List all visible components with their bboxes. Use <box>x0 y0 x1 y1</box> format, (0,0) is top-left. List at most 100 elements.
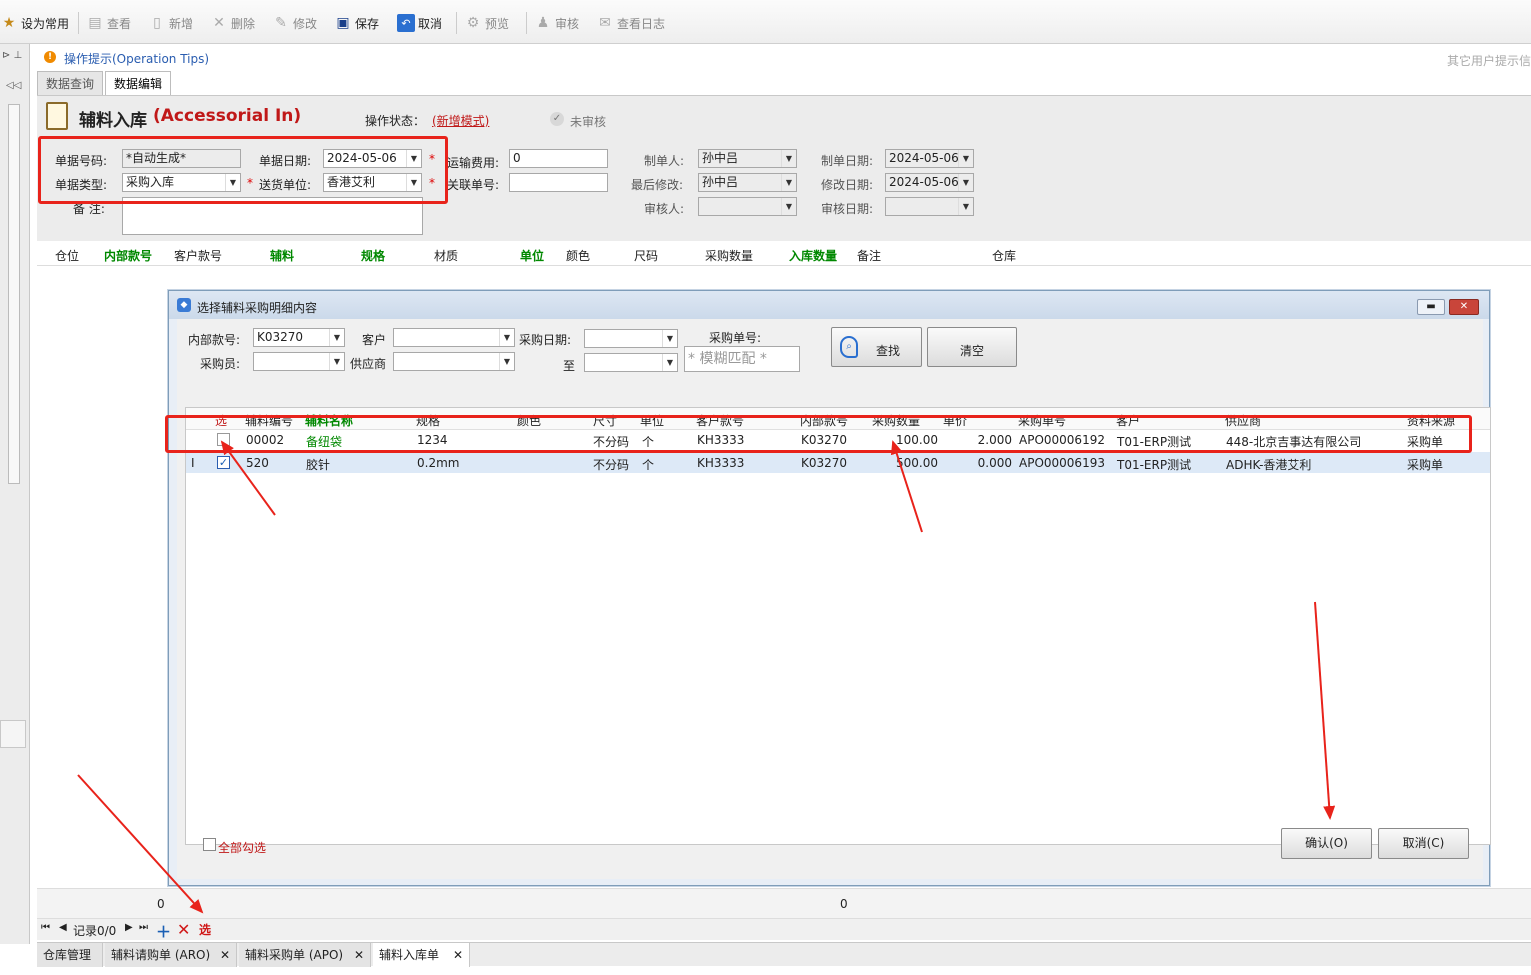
close-icon[interactable]: ✕ <box>453 943 463 967</box>
undo-icon: ↶ <box>397 14 415 32</box>
last-record-icon[interactable]: ⏭ <box>139 922 148 933</box>
tab-aro[interactable]: 辅料请购单 (ARO) ✕ <box>105 943 237 967</box>
tips-label[interactable]: 操作提示(Operation Tips) <box>64 50 209 67</box>
check-circle-icon: ✓ <box>550 112 564 126</box>
chevron-down-icon[interactable]: ▼ <box>329 353 344 370</box>
inner-no-select[interactable]: K03270 ▼ <box>253 328 345 347</box>
view-log-button[interactable]: ✉ 查看日志 <box>596 12 665 34</box>
view-tabs: 数据查询 数据编辑 <box>37 71 173 95</box>
tab-data-query[interactable]: 数据查询 <box>37 71 104 95</box>
set-common-button[interactable]: ★ 设为常用 <box>0 12 69 34</box>
tab-warehouse[interactable]: 仓库管理 <box>37 943 103 967</box>
close-icon[interactable]: ✕ <box>220 943 230 967</box>
row-checkbox-checked[interactable]: ✓ <box>217 456 230 469</box>
purchase-no-input[interactable]: * 模糊匹配 * <box>684 346 800 372</box>
table-row-selected[interactable]: I ✓ 520 胶针 0.2mm 不分码 个 KH3333 K03270 500… <box>186 452 1490 473</box>
dialog-title-bar: ◆ 选择辅料采购明细内容 ▬ ✕ <box>169 291 1489 319</box>
new-doc-icon: ▯ <box>153 15 161 31</box>
record-navigator: ⏮ ◀ 记录0/0 ▶ ⏭ ＋ ✕ 选 <box>37 918 1531 942</box>
view-button[interactable]: ▤ 查看 <box>86 12 131 34</box>
row-indicator: I <box>191 456 195 470</box>
last-modifier-field: 孙中吕 ▼ <box>698 173 797 192</box>
audit-state: 未审核 <box>570 115 607 129</box>
purchase-detail-grid: 选 辅料编号 辅料名称 规格 颜色 尺寸 单位 客户款号 内部款号 采购数量 单… <box>185 407 1491 845</box>
chevron-down-icon[interactable]: ▼ <box>499 329 514 346</box>
purchase-date-from[interactable]: ▼ <box>584 329 678 348</box>
toolbar: ★ 设为常用 ▤ 查看 ▯ 新增 ✕ 删除 ✎ 修改 ▣ 保存 ↶ 取消 ⚙ 预览 ♟ 审核 ✉ 查… <box>0 0 1531 44</box>
app-icon: ◆ <box>177 298 191 312</box>
pencil-icon: ✎ <box>275 15 287 31</box>
freight-field[interactable]: 0 <box>509 149 608 168</box>
save-button[interactable]: ▣ 保存 <box>334 12 379 34</box>
confirm-button[interactable]: 确认(O) <box>1281 828 1372 859</box>
make-date-field: 2024-05-06 ▼ <box>885 149 974 168</box>
maker-field: 孙中吕 ▼ <box>698 149 797 168</box>
cancel-dialog-button[interactable]: 取消(C) <box>1378 828 1469 859</box>
operation-tips-bar: ! 操作提示(Operation Tips) 其它用户提示信 <box>37 46 1531 70</box>
chevron-down-icon[interactable]: ▼ <box>329 329 344 346</box>
detail-grid-header: 仓位 内部款号 客户款号 辅料 规格 材质 单位 颜色 尺码 采购数量 入库数量… <box>37 242 1531 266</box>
chevron-down-icon[interactable]: ▼ <box>499 353 514 370</box>
warning-icon: ! <box>44 51 56 63</box>
summary-left: 0 <box>157 897 165 911</box>
pin-icon[interactable]: ⊳ ⊥ <box>2 50 22 61</box>
select-all-label[interactable]: 全部勾选 <box>218 839 266 856</box>
delete-row-icon[interactable]: ✕ <box>177 920 190 939</box>
log-icon: ✉ <box>599 15 611 31</box>
other-user-tips: 其它用户提示信 <box>1446 54 1531 68</box>
document-tabs: 仓库管理 辅料请购单 (ARO) ✕ 辅料采购单 (APO) ✕ 辅料入库单 ✕ <box>37 942 1531 967</box>
close-button[interactable]: ✕ <box>1449 299 1479 315</box>
add-row-icon[interactable]: ＋ <box>156 921 171 942</box>
dialog-title: 选择辅料采购明细内容 <box>197 301 318 315</box>
first-record-icon[interactable]: ⏮ <box>41 922 50 933</box>
clear-button[interactable]: 清空 <box>927 327 1017 367</box>
delete-icon: ✕ <box>213 15 225 31</box>
preview-button[interactable]: ⚙ 预览 <box>464 12 509 34</box>
save-icon: ▣ <box>336 15 350 31</box>
chevron-down-icon[interactable]: ▼ <box>662 330 677 347</box>
tab-accessory-in[interactable]: 辅料入库单 ✕ <box>373 943 470 967</box>
page-title-en: (Accessorial In) <box>153 106 302 126</box>
search-icon: ⌕ <box>840 336 858 358</box>
stamp-icon: ♟ <box>536 15 550 31</box>
select-all-checkbox[interactable] <box>203 838 216 851</box>
audit-button[interactable]: ♟ 审核 <box>534 12 579 34</box>
star-icon: ★ <box>2 15 16 31</box>
cancel-button[interactable]: ↶ 取消 <box>397 12 442 34</box>
status-value: (新增模式) <box>432 114 490 128</box>
summary-row: 0 0 <box>37 888 1531 918</box>
related-no-field[interactable] <box>509 173 608 192</box>
summary-mid: 0 <box>840 897 848 911</box>
customer-select[interactable]: ▼ <box>393 328 515 347</box>
audit-date-field: ▼ <box>885 197 974 216</box>
delete-button[interactable]: ✕ 删除 <box>210 12 255 34</box>
left-side-panel: ⊳ ⊥ ◁◁ <box>0 44 30 944</box>
select-dialog: ◆ 选择辅料采购明细内容 ▬ ✕ 内部款号: K03270 ▼ 客户 ▼ 采购日期… <box>168 290 1491 886</box>
highlight-box <box>38 136 448 204</box>
next-record-icon[interactable]: ▶ <box>125 922 133 933</box>
record-counter: 记录0/0 <box>73 924 117 938</box>
prev-record-icon[interactable]: ◀ <box>59 922 67 933</box>
clipboard-icon <box>46 102 68 130</box>
search-button[interactable]: ⌕ 查找 <box>831 327 922 367</box>
add-button[interactable]: ▯ 新增 <box>148 12 193 34</box>
close-icon[interactable]: ✕ <box>354 943 364 967</box>
side-button[interactable] <box>0 720 26 748</box>
edit-button[interactable]: ✎ 修改 <box>272 12 317 34</box>
modify-date-field: 2024-05-06 ▼ <box>885 173 974 192</box>
row-highlight-box <box>165 415 1472 453</box>
purchase-date-to[interactable]: ▼ <box>584 353 678 372</box>
dialog-body: 内部款号: K03270 ▼ 客户 ▼ 采购日期: ▼ 采购单号: * 模糊匹配 … <box>177 319 1491 879</box>
chevron-down-icon[interactable]: ▼ <box>662 354 677 371</box>
tab-apo[interactable]: 辅料采购单 (APO) ✕ <box>239 943 371 967</box>
minimize-button[interactable]: ▬ <box>1417 299 1445 315</box>
supplier-select[interactable]: ▼ <box>393 352 515 371</box>
page-title: 辅料入库 <box>79 111 147 131</box>
collapse-icon[interactable]: ◁◁ <box>6 80 21 91</box>
tab-data-edit[interactable]: 数据编辑 <box>105 71 172 95</box>
buyer-select[interactable]: ▼ <box>253 352 345 371</box>
scrollbar[interactable] <box>8 104 20 484</box>
gear-icon: ⚙ <box>466 15 480 31</box>
auditor-field: ▼ <box>698 197 797 216</box>
select-button[interactable]: 选 <box>199 921 211 938</box>
